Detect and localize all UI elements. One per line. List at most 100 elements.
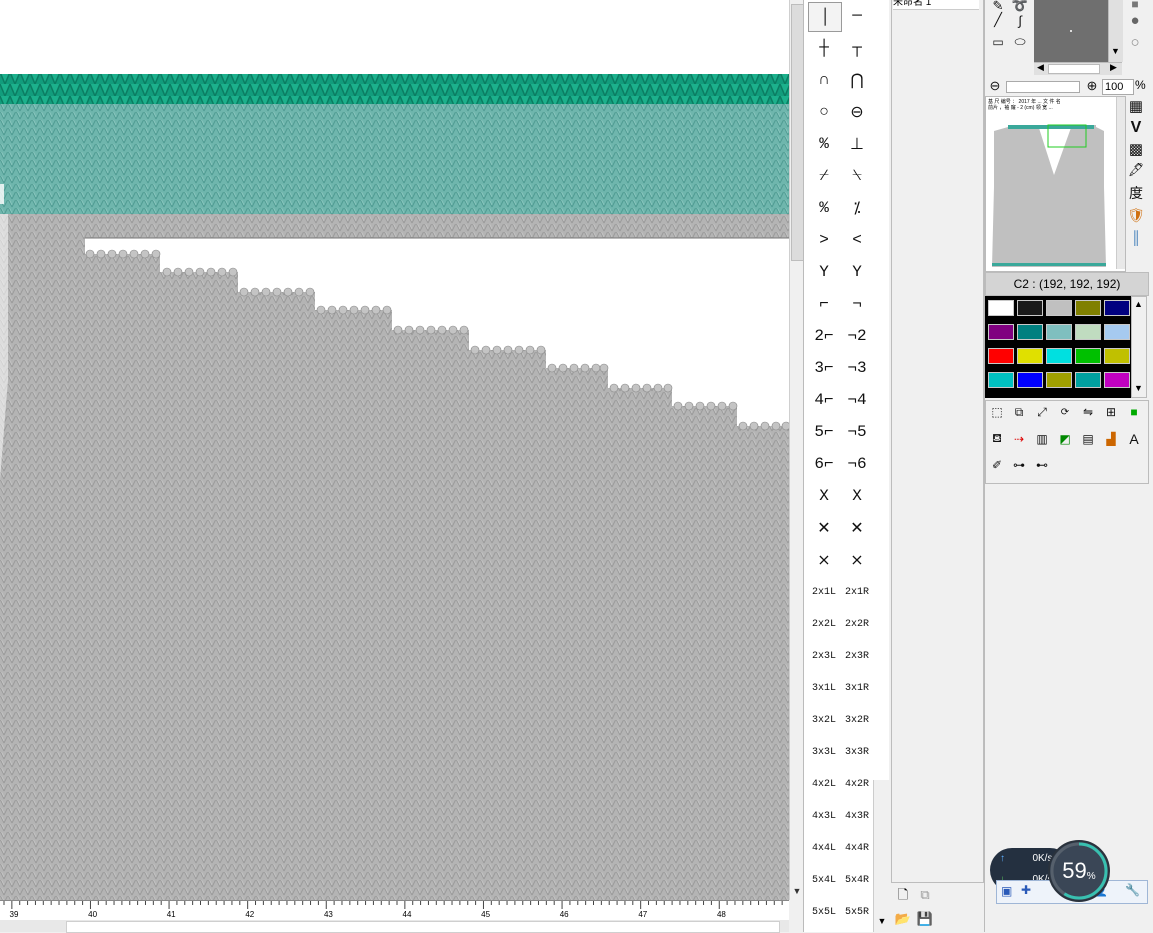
replace-color-icon[interactable]: ⇢ [1009,429,1029,449]
stitch-symbol-5-1[interactable]: ⍀ [841,162,873,190]
scroll-down-arrow-icon[interactable]: ▼ [791,884,803,898]
palette-swatch-0-1[interactable] [1017,300,1043,316]
stitch-cable-3x1r[interactable]: 3x1R [841,674,873,702]
stitch-symbol-17-0[interactable]: ⨯ [808,546,840,574]
knit-canvas[interactable] [0,0,789,900]
green-square-icon[interactable]: ■ [1124,402,1144,422]
grid-icon[interactable]: ▦ [1126,96,1146,116]
stitch-symbol-2-1[interactable]: ⋂ [841,66,873,94]
palette-swatch-1-2[interactable] [1046,324,1072,340]
stitch-symbol-2-0[interactable]: ∩ [808,66,840,94]
stitch-symbol-11-0[interactable]: 3⌐ [808,354,840,382]
stitch-symbol-9-1[interactable]: ¬ [841,290,873,318]
color-palette[interactable] [985,296,1131,398]
text-tool-icon[interactable]: A [1124,429,1144,449]
stitch-symbol-13-0[interactable]: 5⌐ [808,418,840,446]
stitch-symbol-8-0[interactable]: Y [808,258,840,286]
pattern-grid-icon[interactable]: ▩ [1126,139,1146,159]
stats-icon[interactable]: ▟ [1101,429,1121,449]
canvas-vertical-scrollbar[interactable]: ▼ [789,0,804,900]
palette-swatch-3-0[interactable] [988,372,1014,388]
stitch-cable-3x2r[interactable]: 3x2R [841,706,873,734]
v-stitch-icon[interactable]: V [1126,118,1146,138]
teal-band[interactable] [0,102,789,214]
palette-swatch-2-2[interactable] [1046,348,1072,364]
stitch-symbol-4-0[interactable]: % [808,130,840,158]
open-folder-icon[interactable]: 📂 [894,910,912,928]
chart-bars-icon[interactable]: ║ [1126,227,1146,247]
layer-list-header[interactable]: 未命名 1 [893,0,979,10]
knit-body-region[interactable] [0,214,789,900]
stitch-symbol-7-0[interactable]: > [808,226,840,254]
hollow-circle-icon[interactable]: ○ [1125,32,1145,52]
stitch-symbol-14-0[interactable]: 6⌐ [808,450,840,478]
stitch-cable-3x1l[interactable]: 3x1L [808,674,840,702]
stitch-symbol-12-0[interactable]: 4⌐ [808,386,840,414]
stitch-symbol-12-1[interactable]: ¬4 [841,386,873,414]
stitch-symbol-3-1[interactable]: ⊖ [841,98,873,126]
shield-icon[interactable]: 🛡 [1126,205,1146,225]
canvas-horizontal-scrollbar[interactable] [0,920,789,933]
stitch-symbol-5-0[interactable]: ⌿ [808,162,840,190]
flip-icon[interactable]: ⇋ [1078,402,1098,422]
stitch-cable-3x3l[interactable]: 3x3L [808,738,840,766]
palette-swatch-0-2[interactable] [1046,300,1072,316]
palette-swatch-3-1[interactable] [1017,372,1043,388]
stitch-cable-5x5r[interactable]: 5x5R [841,898,873,926]
app-icon-2[interactable]: ✚ [1021,883,1031,897]
stitch-symbol-15-1[interactable]: X [841,482,873,510]
stitch-symbol-8-1[interactable]: Y [841,258,873,286]
stitch-symbol-16-0[interactable]: ✕ [808,514,840,542]
horizontal-scroll-thumb[interactable] [66,921,780,933]
stitch-cable-3x3r[interactable]: 3x3R [841,738,873,766]
stitch-symbol-11-1[interactable]: ¬3 [841,354,873,382]
stitch-symbol-1-1[interactable]: ┬ [841,34,873,62]
stitch-cable-2x3l[interactable]: 2x3L [808,642,840,670]
pick-color-icon[interactable]: ✐ [987,455,1007,475]
palette-swatch-2-3[interactable] [1075,348,1101,364]
stitch-symbol-15-0[interactable]: X [808,482,840,510]
stitch-cable-4x2l[interactable]: 4x2L [808,770,840,798]
wrench-icon[interactable]: 🔧 [1125,883,1140,897]
palette-swatch-2-4[interactable] [1104,348,1130,364]
stitch-cable-5x4r[interactable]: 5x4R [841,866,873,894]
gradient-icon[interactable]: ◩ [1055,429,1075,449]
stitch-symbol-17-1[interactable]: ⨯ [841,546,873,574]
save-disk-icon[interactable]: 💾 [916,910,934,928]
app-icon-1[interactable]: ▣ [1001,884,1012,898]
transform-icon[interactable]: ⊞ [1101,402,1121,422]
palette-swatch-1-4[interactable] [1104,324,1130,340]
stitch-cable-4x3l[interactable]: 4x3L [808,802,840,830]
line-tool-icon[interactable]: ╱ [988,10,1008,30]
stitch-symbol-14-1[interactable]: ¬6 [841,450,873,478]
stitch-cable-2x1l[interactable]: 2x1L [808,578,840,606]
preview-horizontal-scrollbar[interactable]: ◀ ▶ [1034,62,1122,75]
palette-swatch-1-1[interactable] [1017,324,1043,340]
stitch-cable-2x1r[interactable]: 2x1R [841,578,873,606]
stitch-cable-4x2r[interactable]: 4x2R [841,770,873,798]
stitch-symbol-6-1[interactable]: ⁒ [841,194,873,222]
density-icon[interactable]: 度 [1126,183,1146,203]
eyedropper-icon[interactable]: 🖋 [1126,160,1146,180]
new-file-icon[interactable]: 🗋 [894,886,912,904]
ellipse-tool-icon[interactable]: ⬭ [1010,32,1030,52]
stitch-cable-4x3r[interactable]: 4x3R [841,802,873,830]
align-icon[interactable]: ▤ [1078,429,1098,449]
stitch-symbol-3-0[interactable]: ○ [808,98,840,126]
stitch-symbol-7-1[interactable]: < [841,226,873,254]
stitch-symbol-4-1[interactable]: ⊥ [841,130,873,158]
knit-chart-svg[interactable] [0,0,789,900]
palette-scrollbar[interactable]: ▲ ▼ [1131,296,1147,398]
curve-tool-icon[interactable]: ∫ [1010,10,1030,30]
stitch-symbol-0-1[interactable]: ─ [841,2,873,30]
stitch-cable-3x2l[interactable]: 3x2L [808,706,840,734]
rectangle-tool-icon[interactable]: ▭ [988,32,1008,52]
stitch-symbol-0-0[interactable]: │ [808,2,842,32]
copy-region-icon[interactable]: ⧉ [1009,402,1029,422]
stitch-cable-2x2r[interactable]: 2x2R [841,610,873,638]
stitch-cable-2x2l[interactable]: 2x2L [808,610,840,638]
bucket-fill-icon[interactable]: ⛾ [987,429,1007,449]
stitch-symbol-10-0[interactable]: 2⌐ [808,322,840,350]
palette-swatch-3-2[interactable] [1046,372,1072,388]
stitch-cable-4x4r[interactable]: 4x4R [841,834,873,862]
